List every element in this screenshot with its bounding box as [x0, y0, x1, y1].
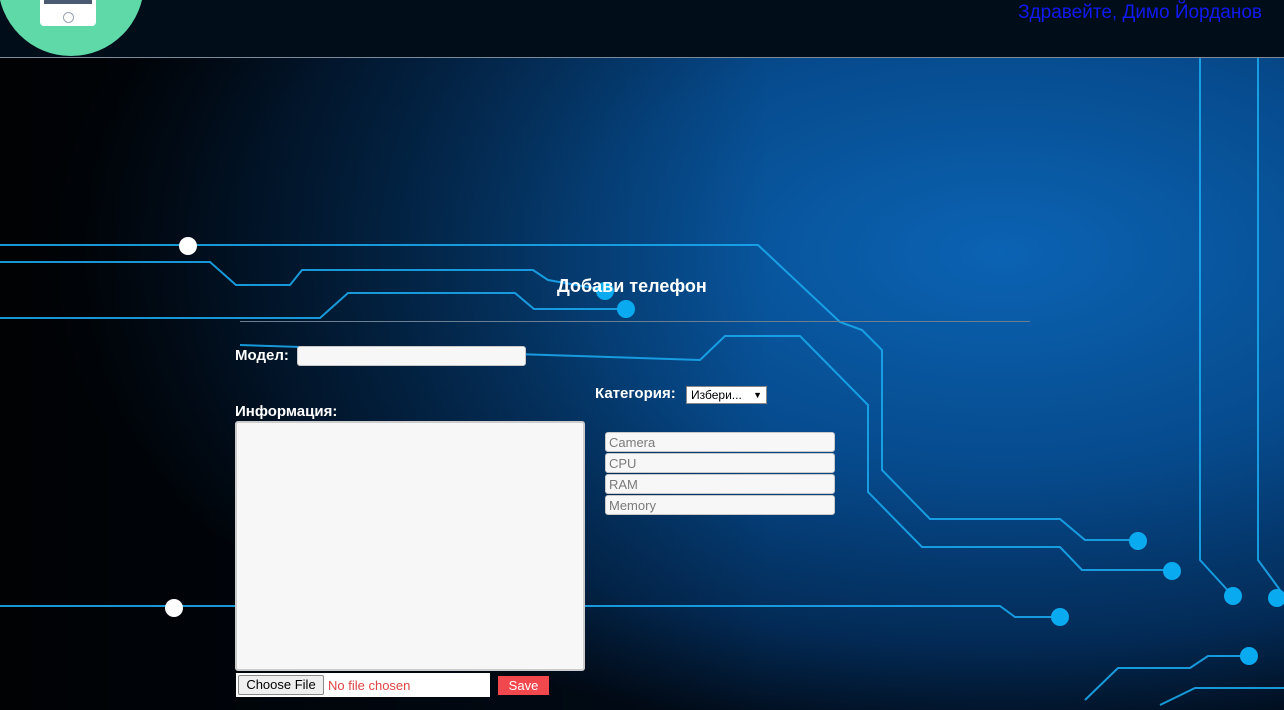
camera-input[interactable]: [605, 432, 835, 452]
category-select[interactable]: Избери... ▼: [686, 386, 767, 404]
logo[interactable]: [0, 0, 144, 56]
info-textarea[interactable]: [235, 421, 585, 671]
cpu-input[interactable]: [605, 453, 835, 473]
ram-input[interactable]: [605, 474, 835, 494]
choose-file-button[interactable]: Choose File: [238, 675, 324, 695]
user-greeting[interactable]: Здравейте, Димо Йорданов: [1018, 2, 1262, 24]
form-title: Добави телефон: [557, 276, 707, 296]
top-header: Здравейте, Димо Йорданов: [0, 0, 1284, 58]
add-phone-form: Добави телефон Модел: Информация: Катего…: [0, 0, 1284, 710]
title-divider: [240, 321, 1030, 322]
chevron-down-icon: ▼: [753, 390, 762, 400]
info-label: Информация:: [235, 403, 338, 420]
model-input[interactable]: [297, 346, 526, 366]
save-button[interactable]: Save: [498, 676, 549, 695]
file-status: No file chosen: [328, 678, 411, 693]
model-label: Модел:: [235, 347, 289, 364]
phone-screen: [44, 0, 92, 4]
memory-input[interactable]: [605, 495, 835, 515]
category-selected-value: Избери...: [691, 388, 742, 402]
file-upload: Choose File No file chosen: [236, 673, 490, 697]
phone-home-button: [63, 12, 74, 23]
category-label: Категория:: [595, 385, 676, 402]
phone-icon: [40, 0, 96, 26]
